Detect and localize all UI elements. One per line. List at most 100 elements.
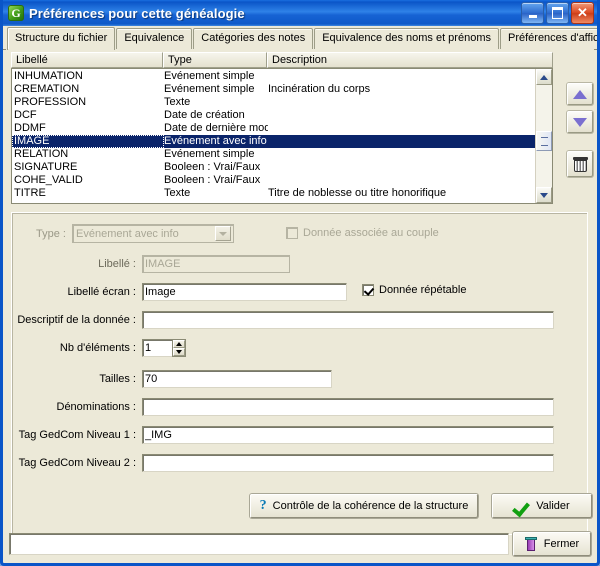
- cell-type: Evénement simple: [164, 83, 255, 95]
- repeatable-checkbox-row: Donnée répétable: [362, 284, 466, 296]
- app-logo-icon: [8, 5, 24, 21]
- valider-button-label: Valider: [536, 500, 570, 512]
- cell-description: Titre de noblesse ou titre honorifique: [268, 187, 447, 199]
- couple-checkbox-label: Donnée associée au couple: [303, 227, 439, 239]
- tag1-row: Tag GedCom Niveau 1 :: [16, 426, 554, 444]
- descriptif-label: Descriptif de la donnée :: [17, 314, 136, 326]
- scroll-up-button[interactable]: [536, 69, 552, 85]
- cell-type: Date de dernière modification: [164, 122, 268, 134]
- table-row[interactable]: CREMATION Evénement simple Incinération …: [12, 83, 535, 96]
- fields-list: Libellé Type Description INHUMATION Evén…: [11, 52, 553, 204]
- tailles-label: Tailles :: [99, 373, 136, 385]
- table-row[interactable]: INHUMATION Evénement simple: [12, 70, 535, 83]
- tab-structure-du-fichier[interactable]: Structure du fichier: [7, 27, 116, 51]
- table-row[interactable]: DDMF Date de dernière modification: [12, 122, 535, 135]
- type-row: Type : Evénement avec info: [26, 224, 234, 243]
- window-title: Préférences pour cette généalogie: [29, 5, 245, 21]
- tab-equivalence[interactable]: Equivalence: [116, 28, 193, 49]
- stepper-down-button[interactable]: [173, 348, 185, 356]
- minimize-button[interactable]: [521, 2, 544, 24]
- denominations-input[interactable]: [142, 398, 554, 416]
- libelle-ecran-input[interactable]: [142, 283, 347, 301]
- window-controls: ✕: [521, 2, 594, 24]
- checkbox-box: [362, 284, 374, 296]
- fermer-button[interactable]: Fermer: [513, 532, 591, 556]
- column-header-description[interactable]: Description: [267, 52, 553, 68]
- stepper-buttons[interactable]: [172, 339, 186, 357]
- tag2-input[interactable]: [142, 454, 554, 472]
- table-row[interactable]: PROFESSION Texte: [12, 96, 535, 109]
- coherence-check-button[interactable]: ? Contrôle de la cohérence de la structu…: [250, 494, 478, 518]
- tailles-input[interactable]: [142, 370, 332, 388]
- cell-type: Date de création: [164, 109, 245, 121]
- table-row[interactable]: COHE_VALID Booleen : Vrai/Faux: [12, 174, 535, 187]
- cell-libelle: CREMATION: [14, 83, 80, 95]
- list-toolbar: [564, 83, 596, 183]
- chevron-down-icon[interactable]: [215, 226, 231, 241]
- valider-button[interactable]: Valider: [492, 494, 592, 518]
- table-row[interactable]: RELATION Evénement simple: [12, 148, 535, 161]
- list-body: INHUMATION Evénement simple CREMATION Ev…: [11, 68, 553, 204]
- delete-button[interactable]: [567, 151, 593, 177]
- couple-checkbox-row: Donnée associée au couple: [286, 227, 439, 239]
- stepper-up-button[interactable]: [173, 340, 185, 348]
- cell-libelle: COHE_VALID: [14, 174, 83, 186]
- libelle-row: Libellé :: [26, 255, 290, 273]
- chevron-up-icon: [540, 74, 548, 80]
- cell-type: Evénement avec info: [164, 135, 267, 147]
- cell-libelle: INHUMATION: [14, 70, 83, 82]
- move-up-button[interactable]: [567, 83, 593, 105]
- move-down-button[interactable]: [567, 111, 593, 133]
- cell-libelle: SIGNATURE: [14, 161, 78, 173]
- trash-icon: [572, 156, 588, 172]
- nb-elements-input[interactable]: [142, 339, 172, 357]
- tag2-row: Tag GedCom Niveau 2 :: [16, 454, 554, 472]
- arrow-up-icon: [573, 89, 587, 99]
- cell-description: [268, 109, 535, 122]
- column-header-libelle[interactable]: Libellé: [11, 52, 163, 68]
- type-label: Type :: [36, 227, 66, 240]
- cell-type: Booleen : Vrai/Faux: [164, 174, 261, 186]
- descriptif-row: Descriptif de la donnée :: [16, 311, 554, 329]
- status-text-field[interactable]: [9, 533, 509, 555]
- table-row[interactable]: DCF Date de création: [12, 109, 535, 122]
- exit-door-icon: [524, 536, 538, 552]
- scroll-down-button[interactable]: [536, 187, 552, 203]
- table-row-selected[interactable]: IMAGE Evénement avec info: [12, 135, 535, 148]
- libelle-ecran-label: Libellé écran :: [67, 286, 137, 298]
- tab-preferences-affichage[interactable]: Préférences d'affichage: [499, 28, 597, 49]
- cell-type: Evénement simple: [164, 148, 255, 160]
- cell-description: [268, 70, 535, 83]
- table-row[interactable]: SIGNATURE Booleen : Vrai/Faux: [12, 161, 535, 174]
- nb-elements-stepper[interactable]: [142, 339, 186, 357]
- list-header: Libellé Type Description: [11, 52, 553, 68]
- type-value: Evénement avec info: [76, 227, 179, 240]
- tab-categories-des-notes[interactable]: Catégories des notes: [193, 28, 314, 49]
- arrow-up-icon: [176, 342, 182, 346]
- tab-equivalence-noms-prenoms[interactable]: Equivalence des noms et prénoms: [314, 28, 499, 49]
- list-vertical-scrollbar[interactable]: [535, 69, 552, 203]
- cell-type: Evénement simple: [164, 70, 255, 82]
- scrollbar-thumb[interactable]: [536, 131, 552, 151]
- table-row[interactable]: TITRE Texte Titre de noblesse ou titre h…: [12, 187, 535, 200]
- column-header-type[interactable]: Type: [163, 52, 267, 68]
- question-mark-icon: ?: [259, 498, 267, 513]
- green-check-icon: [514, 500, 530, 513]
- maximize-button[interactable]: [546, 2, 569, 24]
- tag1-input[interactable]: [142, 426, 554, 444]
- close-button[interactable]: ✕: [571, 2, 594, 24]
- type-dropdown[interactable]: Evénement avec info: [72, 224, 234, 243]
- grip-icon: [540, 136, 548, 146]
- cell-libelle: TITRE: [14, 187, 46, 199]
- tab-bar: Structure du fichier Equivalence Catégor…: [3, 26, 597, 51]
- cell-description: [268, 122, 535, 135]
- descriptif-input[interactable]: [142, 311, 554, 329]
- fermer-button-label: Fermer: [543, 538, 580, 550]
- list-rows: INHUMATION Evénement simple CREMATION Ev…: [12, 69, 535, 203]
- couple-checkbox[interactable]: Donnée associée au couple: [286, 227, 439, 239]
- valider-button-wrap: Valider: [492, 494, 592, 518]
- nb-elements-label: Nb d'éléments :: [59, 342, 136, 354]
- libelle-label: Libellé :: [98, 258, 136, 270]
- cell-type: Booleen : Vrai/Faux: [164, 161, 261, 173]
- repeatable-checkbox[interactable]: Donnée répétable: [362, 284, 466, 296]
